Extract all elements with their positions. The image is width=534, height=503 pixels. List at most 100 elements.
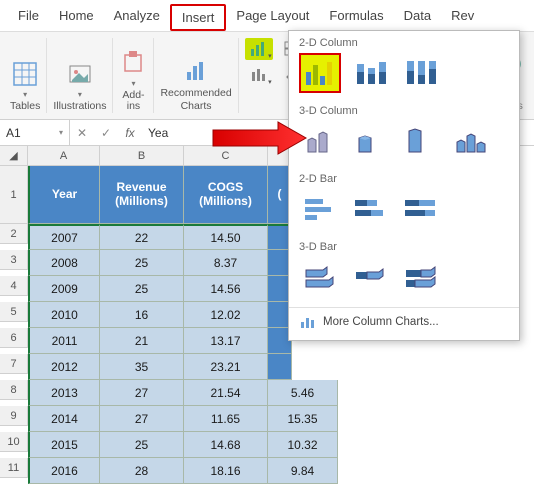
cell-revenue[interactable]: 16 xyxy=(100,302,184,328)
cell-year[interactable]: 2015 xyxy=(28,432,100,458)
3d-stacked-column-option[interactable] xyxy=(349,121,391,161)
group-addins[interactable]: ▾ Add- ins xyxy=(113,38,154,113)
cell-revenue[interactable]: 35 xyxy=(100,354,184,380)
cell-year[interactable]: 2009 xyxy=(28,276,100,302)
tab-formulas[interactable]: Formulas xyxy=(319,4,393,31)
tab-analyze[interactable]: Analyze xyxy=(104,4,170,31)
100bar-icon xyxy=(403,194,437,224)
select-all-corner[interactable]: ◢ xyxy=(0,146,28,166)
cancel-formula-button[interactable]: ✕ xyxy=(70,126,94,140)
fx-icon[interactable]: fx xyxy=(118,126,142,140)
cell-cogs[interactable]: 23.21 xyxy=(184,354,268,380)
cell-cogs[interactable]: 12.02 xyxy=(184,302,268,328)
100-stacked-column-option[interactable] xyxy=(399,53,441,93)
row-header[interactable]: 3 xyxy=(0,250,28,270)
cell-cogs[interactable]: 14.68 xyxy=(184,432,268,458)
column-chart-icon xyxy=(250,41,268,57)
cell-year[interactable]: 2010 xyxy=(28,302,100,328)
clustered-column-option[interactable] xyxy=(299,53,341,93)
100stacked-bar-option[interactable] xyxy=(399,189,441,229)
cell-year[interactable]: 2007 xyxy=(28,224,100,250)
cell-year[interactable]: 2008 xyxy=(28,250,100,276)
tab-data[interactable]: Data xyxy=(394,4,441,31)
column-chart-dropdown: 2-D Column 3-D Column 2-D Bar xyxy=(288,30,520,341)
3d-100stacked-bar-option[interactable] xyxy=(399,257,441,297)
cell-year[interactable]: 2011 xyxy=(28,328,100,354)
recommended-label-1: Recommended xyxy=(160,88,231,100)
row-header[interactable]: 9 xyxy=(0,406,28,426)
cell-revenue[interactable]: 27 xyxy=(100,406,184,432)
3d-column-option[interactable] xyxy=(449,121,491,161)
group-recommended-charts[interactable]: Recommended Charts xyxy=(154,38,238,113)
cell-extra[interactable]: 15.35 xyxy=(268,406,338,432)
cell-cogs[interactable]: 11.65 xyxy=(184,406,268,432)
cell-year[interactable]: 2013 xyxy=(28,380,100,406)
more-column-charts[interactable]: More Column Charts... xyxy=(289,307,519,336)
cell-revenue[interactable]: 25 xyxy=(100,250,184,276)
3d-clustered-bar-option[interactable] xyxy=(299,257,341,297)
group-illustrations[interactable]: ▾ Illustrations xyxy=(47,38,113,113)
tab-page-layout[interactable]: Page Layout xyxy=(226,4,319,31)
row-header[interactable]: 6 xyxy=(0,328,28,348)
cell-revenue[interactable]: 25 xyxy=(100,276,184,302)
accept-formula-button[interactable]: ✓ xyxy=(94,126,118,140)
cell-cogs[interactable]: 18.16 xyxy=(184,458,268,484)
row-header[interactable]: 5 xyxy=(0,302,28,322)
3d-stack-icon xyxy=(353,126,387,156)
cell-revenue[interactable]: 21 xyxy=(100,328,184,354)
row-header[interactable]: 1 xyxy=(0,166,28,224)
group-tables-label: Tables xyxy=(10,101,40,113)
row-header[interactable]: 11 xyxy=(0,458,28,478)
stat-icon xyxy=(250,67,268,83)
cell-cogs[interactable]: 13.17 xyxy=(184,328,268,354)
clustered-column-icon xyxy=(303,58,337,88)
3d100bar-icon xyxy=(403,262,437,292)
group-tables[interactable]: ▾ Tables xyxy=(4,38,47,113)
cell-extra[interactable]: 9.84 xyxy=(268,458,338,484)
cell-extra[interactable]: 10.32 xyxy=(268,432,338,458)
col-header-a[interactable]: A xyxy=(28,146,100,166)
statistic-chart-button[interactable]: ▾ xyxy=(245,64,273,86)
row-header[interactable]: 8 xyxy=(0,380,28,400)
cell-cogs[interactable]: 8.37 xyxy=(184,250,268,276)
table-row: 1120162818.169.84 xyxy=(0,458,534,484)
stackbar-icon xyxy=(353,194,387,224)
3d-100stacked-column-option[interactable] xyxy=(399,121,441,161)
recommended-charts-icon xyxy=(181,56,211,86)
column-chart-button[interactable]: ▾ xyxy=(245,38,273,60)
chevron-down-icon: ▾ xyxy=(131,79,135,88)
cell-cogs[interactable]: 14.56 xyxy=(184,276,268,302)
header-year[interactable]: Year xyxy=(28,166,100,224)
tab-insert[interactable]: Insert xyxy=(170,4,227,31)
illustrations-icon xyxy=(66,60,94,88)
stacked-bar-option[interactable] xyxy=(349,189,391,229)
cell-revenue[interactable]: 22 xyxy=(100,224,184,250)
tab-home[interactable]: Home xyxy=(49,4,104,31)
cell-cogs[interactable]: 21.54 xyxy=(184,380,268,406)
clustered-bar-option[interactable] xyxy=(299,189,341,229)
cell-partial[interactable] xyxy=(268,354,292,380)
cell-year[interactable]: 2016 xyxy=(28,458,100,484)
group-addins-label: Add- ins xyxy=(122,90,144,113)
cell-revenue[interactable]: 27 xyxy=(100,380,184,406)
cell-extra[interactable]: 5.46 xyxy=(268,380,338,406)
header-cogs[interactable]: COGS (Millions) xyxy=(184,166,268,224)
cell-year[interactable]: 2014 xyxy=(28,406,100,432)
header-revenue[interactable]: Revenue (Millions) xyxy=(100,166,184,224)
tab-file[interactable]: File xyxy=(8,4,49,31)
cell-revenue[interactable]: 25 xyxy=(100,432,184,458)
cell-year[interactable]: 2012 xyxy=(28,354,100,380)
row-header[interactable]: 10 xyxy=(0,432,28,452)
chevron-down-icon: ▾ xyxy=(59,128,63,137)
col-header-b[interactable]: B xyxy=(100,146,184,166)
3d-stacked-bar-option[interactable] xyxy=(349,257,391,297)
row-header[interactable]: 2 xyxy=(0,224,28,244)
more-charts-label: More Column Charts... xyxy=(323,316,439,328)
row-header[interactable]: 7 xyxy=(0,354,28,374)
stacked-column-option[interactable] xyxy=(349,53,391,93)
name-box[interactable]: A1 ▾ xyxy=(0,120,70,145)
tab-review[interactable]: Rev xyxy=(441,4,484,31)
row-header[interactable]: 4 xyxy=(0,276,28,296)
cell-cogs[interactable]: 14.50 xyxy=(184,224,268,250)
cell-revenue[interactable]: 28 xyxy=(100,458,184,484)
